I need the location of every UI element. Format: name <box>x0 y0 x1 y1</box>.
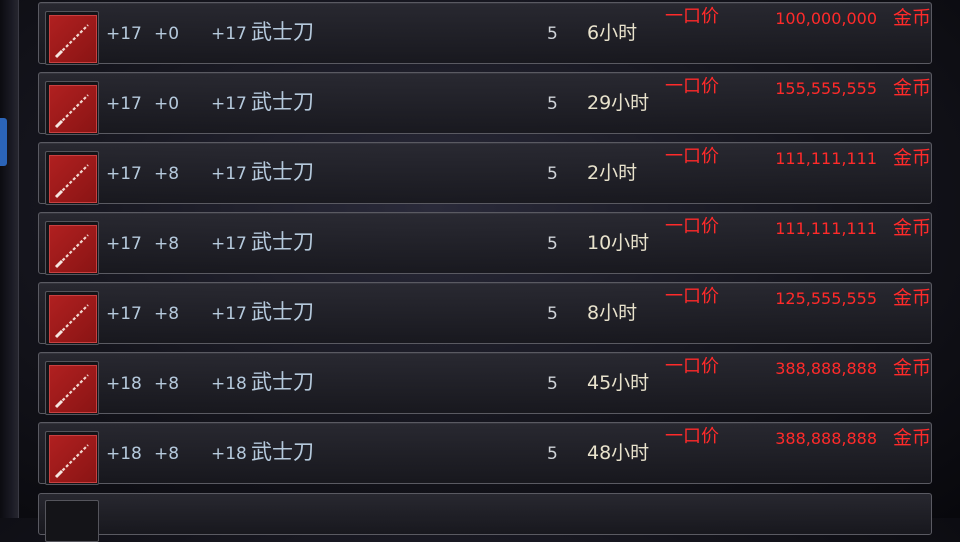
auction-row-partial[interactable] <box>38 493 932 542</box>
item-slot[interactable] <box>45 291 99 345</box>
total-level: +18 <box>211 374 247 394</box>
auction-row[interactable]: +17 +8 +17 武士刀 5 8小时 一口价 125,555,555 金币 <box>38 282 932 345</box>
buyout-label: 一口价 <box>665 6 719 27</box>
price-value: 100,000,000 <box>775 9 877 28</box>
currency-label: 金币 <box>892 147 931 169</box>
enhance-level: +17 <box>106 24 142 44</box>
enhance-level: +17 <box>106 234 142 254</box>
price-value: 155,555,555 <box>775 79 877 98</box>
total-level: +17 <box>211 24 247 44</box>
item-quantity: 5 <box>547 304 558 324</box>
item-name: 武士刀 <box>251 90 314 114</box>
enhance-level: +17 <box>106 94 142 114</box>
auction-row[interactable]: +17 +0 +17 武士刀 5 29小时 一口价 155,555,555 金币 <box>38 72 932 135</box>
item-slot[interactable] <box>45 11 99 65</box>
item-quantity: 5 <box>547 444 558 464</box>
refine-level: +0 <box>154 94 180 114</box>
price-value: 111,111,111 <box>775 219 877 238</box>
buyout-label: 一口价 <box>665 356 719 377</box>
refine-level: +8 <box>154 304 180 324</box>
price-value: 388,888,888 <box>775 429 877 448</box>
item-slot[interactable] <box>45 221 99 275</box>
item-name: 武士刀 <box>251 20 314 44</box>
total-level: +17 <box>211 164 247 184</box>
time-remaining: 10小时 <box>587 232 650 254</box>
item-slot[interactable] <box>45 431 99 485</box>
item-quantity: 5 <box>547 374 558 394</box>
auction-row[interactable]: +17 +8 +17 武士刀 5 2小时 一口价 111,111,111 金币 <box>38 142 932 205</box>
currency-label: 金币 <box>892 7 931 29</box>
sword-icon <box>49 155 97 203</box>
currency-label: 金币 <box>892 77 931 99</box>
price-value: 125,555,555 <box>775 289 877 308</box>
enhance-level: +18 <box>106 374 142 394</box>
item-name: 武士刀 <box>251 300 314 324</box>
item-slot[interactable] <box>45 361 99 415</box>
currency-label: 金币 <box>892 287 931 309</box>
left-panel-tab[interactable] <box>0 118 7 166</box>
total-level: +17 <box>211 94 247 114</box>
buyout-label: 一口价 <box>665 146 719 167</box>
enhance-level: +17 <box>106 304 142 324</box>
refine-level: +8 <box>154 374 180 394</box>
enhance-level: +17 <box>106 164 142 184</box>
sword-icon <box>49 85 97 133</box>
item-quantity: 5 <box>547 164 558 184</box>
item-name: 武士刀 <box>251 440 314 464</box>
sword-icon <box>49 365 97 413</box>
buyout-label: 一口价 <box>665 216 719 237</box>
sword-icon <box>49 225 97 273</box>
time-remaining: 48小时 <box>587 442 650 464</box>
sword-icon <box>49 435 97 483</box>
item-quantity: 5 <box>547 24 558 44</box>
time-remaining: 8小时 <box>587 302 638 324</box>
item-slot[interactable] <box>45 81 99 135</box>
auction-row[interactable]: +18 +8 +18 武士刀 5 48小时 一口价 388,888,888 金币 <box>38 422 932 485</box>
buyout-label: 一口价 <box>665 426 719 447</box>
sword-icon <box>49 295 97 343</box>
currency-label: 金币 <box>892 427 931 449</box>
time-remaining: 2小时 <box>587 162 638 184</box>
auction-row[interactable]: +17 +0 +17 武士刀 5 6小时 一口价 100,000,000 金币 <box>38 2 932 65</box>
total-level: +17 <box>211 304 247 324</box>
item-slot[interactable] <box>45 151 99 205</box>
item-name: 武士刀 <box>251 370 314 394</box>
time-remaining: 29小时 <box>587 92 650 114</box>
refine-level: +8 <box>154 234 180 254</box>
item-slot[interactable] <box>45 500 99 542</box>
currency-label: 金币 <box>892 217 931 239</box>
auction-row[interactable]: +18 +8 +18 武士刀 5 45小时 一口价 388,888,888 金币 <box>38 352 932 415</box>
total-level: +18 <box>211 444 247 464</box>
left-panel-edge <box>0 0 19 518</box>
refine-level: +0 <box>154 24 180 44</box>
refine-level: +8 <box>154 164 180 184</box>
item-quantity: 5 <box>547 234 558 254</box>
auction-list: +17 +0 +17 武士刀 5 6小时 一口价 100,000,000 金币 … <box>38 0 932 542</box>
total-level: +17 <box>211 234 247 254</box>
item-name: 武士刀 <box>251 230 314 254</box>
sword-icon <box>49 15 97 63</box>
enhance-level: +18 <box>106 444 142 464</box>
currency-label: 金币 <box>892 357 931 379</box>
item-name: 武士刀 <box>251 160 314 184</box>
price-value: 111,111,111 <box>775 149 877 168</box>
buyout-label: 一口价 <box>665 76 719 97</box>
auction-row[interactable]: +17 +8 +17 武士刀 5 10小时 一口价 111,111,111 金币 <box>38 212 932 275</box>
item-quantity: 5 <box>547 94 558 114</box>
refine-level: +8 <box>154 444 180 464</box>
price-value: 388,888,888 <box>775 359 877 378</box>
time-remaining: 45小时 <box>587 372 650 394</box>
buyout-label: 一口价 <box>665 286 719 307</box>
time-remaining: 6小时 <box>587 22 638 44</box>
